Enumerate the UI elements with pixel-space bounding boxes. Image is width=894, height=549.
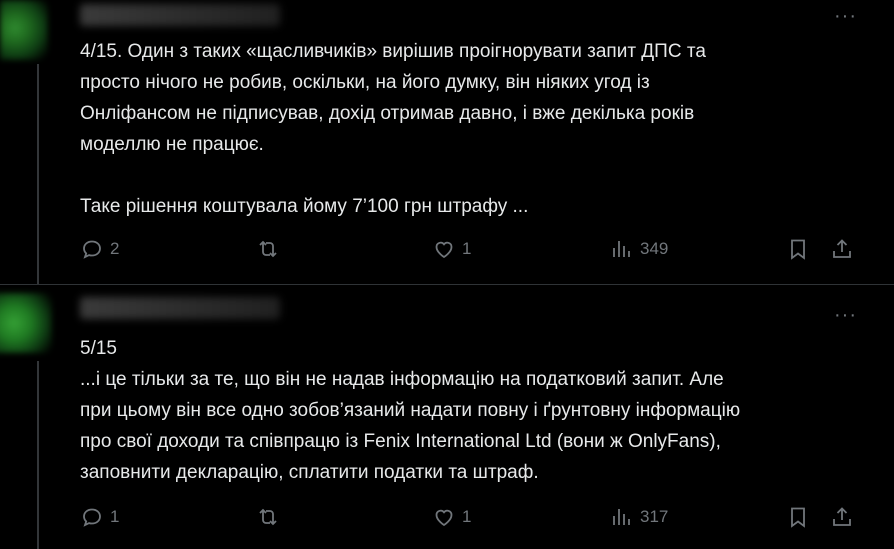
like-count: 1 (462, 507, 472, 526)
bookmark-icon (791, 507, 805, 528)
like-button[interactable]: 1 (432, 237, 471, 261)
more-icon[interactable]: ··· (834, 6, 856, 26)
post-2[interactable]: ··· 5/15 ...і це тільки за те, що він не… (0, 284, 894, 549)
avatar[interactable] (0, 293, 52, 353)
thread-line (37, 64, 39, 284)
repost-button[interactable] (256, 505, 286, 529)
bookmark-icon (791, 239, 805, 260)
views-icon (613, 241, 630, 257)
like-count: 1 (462, 239, 472, 258)
like-icon (435, 241, 453, 259)
bookmark-button[interactable] (786, 505, 810, 529)
reply-button[interactable]: 2 (80, 237, 119, 261)
repost-icon (259, 508, 277, 526)
reply-button[interactable]: 1 (80, 505, 119, 529)
reply-count: 2 (110, 239, 120, 258)
author-name-redacted (80, 297, 280, 319)
share-icon (833, 507, 851, 526)
thread-line (37, 361, 39, 549)
views-count: 349 (640, 239, 669, 258)
views-button[interactable]: 349 (610, 237, 668, 261)
avatar[interactable] (0, 0, 48, 60)
more-icon[interactable]: ··· (834, 305, 856, 325)
reply-icon (83, 240, 101, 259)
share-button[interactable] (830, 505, 854, 529)
views-icon (613, 509, 630, 525)
repost-button[interactable] (256, 237, 286, 261)
post-actions: 2 1 349 (80, 237, 860, 261)
views-button[interactable]: 317 (610, 505, 668, 529)
reply-count: 1 (110, 507, 120, 526)
post-1[interactable]: ··· 4/15. Один з таких «щасливчиків» вир… (0, 0, 894, 284)
post-text: 5/15 ...і це тільки за те, що він не над… (80, 338, 741, 483)
post-actions: 1 1 317 (80, 505, 860, 529)
bookmark-button[interactable] (786, 237, 810, 261)
like-icon (435, 509, 453, 527)
repost-icon (259, 240, 277, 258)
share-button[interactable] (830, 237, 854, 261)
reply-icon (83, 508, 101, 527)
share-icon (833, 239, 851, 258)
like-button[interactable]: 1 (432, 505, 471, 529)
post-text: 4/15. Один з таких «щасливчиків» вирішив… (80, 41, 706, 217)
views-count: 317 (640, 507, 669, 526)
author-name-redacted (80, 4, 280, 26)
